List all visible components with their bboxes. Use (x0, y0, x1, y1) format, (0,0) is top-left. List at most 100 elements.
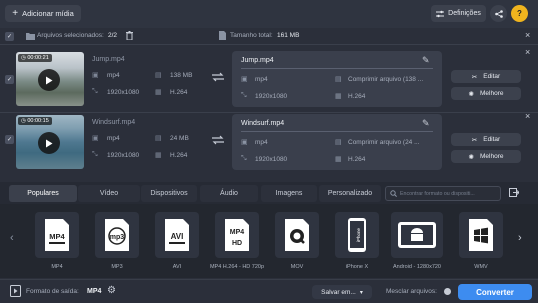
resolution-icon: ⤡ (92, 88, 98, 95)
convert-label: Converter (476, 287, 514, 297)
file-format: mp4 (107, 135, 120, 142)
format-label: MP3 (111, 264, 123, 270)
file-name: Windsurf.mp4 (92, 119, 136, 126)
size-icon: ▤ (155, 135, 162, 142)
output-format-icon: ▣ (241, 76, 248, 83)
chevron-left-icon[interactable]: ‹ (10, 232, 14, 244)
svg-text:MP4: MP4 (230, 229, 245, 236)
plus-icon: + (12, 8, 19, 19)
rename-pencil-icon[interactable]: ✎ (422, 55, 430, 66)
play-icon[interactable] (38, 132, 60, 154)
output-resolution: 1920x1080 (255, 156, 288, 163)
format-search-field[interactable]: Encontrar formato ou dispositi... (385, 186, 501, 201)
rename-pencil-icon[interactable]: ✎ (422, 118, 430, 129)
format-item-mp3[interactable]: mp3 MP3 (89, 212, 145, 270)
trash-icon[interactable] (126, 31, 133, 40)
bottom-bar: Formato de saída: MP4 ⚙ Salvar em... ▾ M… (0, 279, 538, 303)
select-all-checkbox[interactable]: ✓ (5, 32, 14, 41)
video-thumbnail[interactable]: ◷ 00:00:21 (16, 52, 84, 106)
tab-populares[interactable]: Populares (9, 185, 77, 202)
selected-files-count: 2/2 (108, 32, 118, 39)
file-codec: H.264 (170, 152, 188, 159)
edit-button[interactable]: ✂ Editar (451, 70, 521, 83)
output-format: mp4 (255, 76, 268, 83)
file-name: Jump.mp4 (92, 56, 125, 63)
convert-arrow-icon (211, 135, 225, 145)
format-label: MP4 H.264 - HD 720p (209, 264, 265, 270)
format-item-android[interactable]: Android - 1280x720 (389, 212, 445, 270)
format-icon: ▣ (92, 135, 99, 142)
tab-audio[interactable]: Áudio (200, 185, 258, 202)
output-settings-panel: Jump.mp4 ✎ ▣ mp4 ▤ Comprimir arquivo (13… (232, 51, 442, 107)
merge-files-label: Mesclar arquivos: (386, 288, 437, 295)
output-compress[interactable]: Comprimir arquivo (138 ... (348, 76, 423, 83)
output-format-value[interactable]: MP4 (87, 288, 101, 295)
file-checkbox[interactable]: ✓ (5, 75, 14, 84)
add-media-button[interactable]: + Adicionar mídia (5, 5, 81, 22)
output-file-name[interactable]: Jump.mp4 (241, 57, 274, 64)
file-checkbox[interactable]: ✓ (5, 135, 14, 144)
file-format: mp4 (107, 72, 120, 79)
tab-imagens[interactable]: Imagens (261, 185, 317, 202)
output-resolution-icon: ⤡ (241, 92, 247, 99)
enhance-button[interactable]: ✺ Melhore (451, 87, 521, 100)
svg-text:MP4: MP4 (49, 232, 65, 241)
share-button[interactable] (490, 5, 507, 22)
file-row: ✓ ◷ 00:00:21 Jump.mp4 ▣ mp4 ▤ 138 MB ⤡ 1… (0, 45, 538, 113)
file-row: ✓ ◷ 00:00:15 Windsurf.mp4 ▣ mp4 ▤ 24 MB … (0, 111, 538, 181)
output-file-name[interactable]: Windsurf.mp4 (241, 120, 284, 127)
tab-dispositivos[interactable]: Dispositivos (141, 185, 197, 202)
scissors-icon: ✂ (471, 136, 478, 144)
file-size: 138 MB (170, 72, 193, 79)
scissors-icon: ✂ (471, 73, 478, 81)
wmv-icon (459, 212, 503, 258)
enhance-button[interactable]: ✺ Melhore (451, 150, 521, 163)
close-all-icon[interactable]: × (525, 30, 530, 40)
remove-file-icon[interactable]: × (525, 47, 530, 57)
help-button[interactable]: ? (511, 5, 528, 22)
svg-text:HD: HD (232, 240, 242, 247)
format-gallery: ‹ MP4 MP4 mp3 MP3 AVI AVI MP4 HD MP4 H.26… (0, 204, 538, 278)
add-media-label: Adicionar mídia (22, 9, 74, 18)
search-icon (390, 190, 397, 197)
duration: 00:00:21 (27, 55, 49, 61)
format-label: AVI (172, 264, 182, 270)
enhance-icon: ✺ (468, 153, 474, 161)
sliders-icon (436, 10, 445, 18)
format-item-avi[interactable]: AVI AVI (149, 212, 205, 270)
edit-button[interactable]: ✂ Editar (451, 133, 521, 146)
output-format-icon: ▣ (241, 139, 248, 146)
merge-files-toggle[interactable] (444, 288, 451, 295)
selected-files-label: Arquivos selecionados: (37, 32, 104, 39)
total-size-value: 161 MB (277, 32, 300, 39)
svg-text:mp3: mp3 (110, 234, 125, 241)
output-codec-icon: ▦ (335, 93, 342, 100)
convert-button[interactable]: Converter (458, 284, 532, 300)
file-codec: H.264 (170, 89, 188, 96)
format-item-mp4[interactable]: MP4 MP4 (29, 212, 85, 270)
export-icon[interactable] (509, 188, 519, 197)
format-item-wmv[interactable]: WMV (453, 212, 509, 270)
remove-file-icon[interactable]: × (525, 111, 530, 121)
play-icon[interactable] (38, 69, 60, 91)
output-resolution: 1920x1080 (255, 93, 288, 100)
edit-label: Editar (483, 136, 501, 143)
output-codec: H.264 (348, 93, 366, 100)
tab-personalizado[interactable]: Personalizado (319, 185, 381, 202)
settings-button[interactable]: Definições (431, 5, 486, 22)
output-settings-gear-icon[interactable]: ⚙ (107, 285, 116, 296)
tab-video[interactable]: Vídeo (78, 185, 140, 202)
format-item-iphone[interactable]: iPhone iPhone X (329, 212, 385, 270)
format-item-mp4-hd[interactable]: MP4 HD MP4 H.264 - HD 720p (209, 212, 265, 270)
format-label: WMV (474, 264, 488, 270)
duration-badge: ◷ 00:00:21 (18, 54, 52, 62)
codec-icon: ▦ (155, 152, 162, 159)
video-thumbnail[interactable]: ◷ 00:00:15 (16, 115, 84, 169)
resolution-icon: ⤡ (92, 151, 98, 158)
save-to-dropdown[interactable]: Salvar em... ▾ (312, 285, 372, 299)
format-label: MP4 (51, 264, 63, 270)
output-compress[interactable]: Comprimir arquivo (24 ... (348, 139, 420, 146)
chevron-right-icon[interactable]: › (518, 232, 522, 244)
format-item-mov[interactable]: MOV (269, 212, 325, 270)
mp4-icon: MP4 (35, 212, 79, 258)
